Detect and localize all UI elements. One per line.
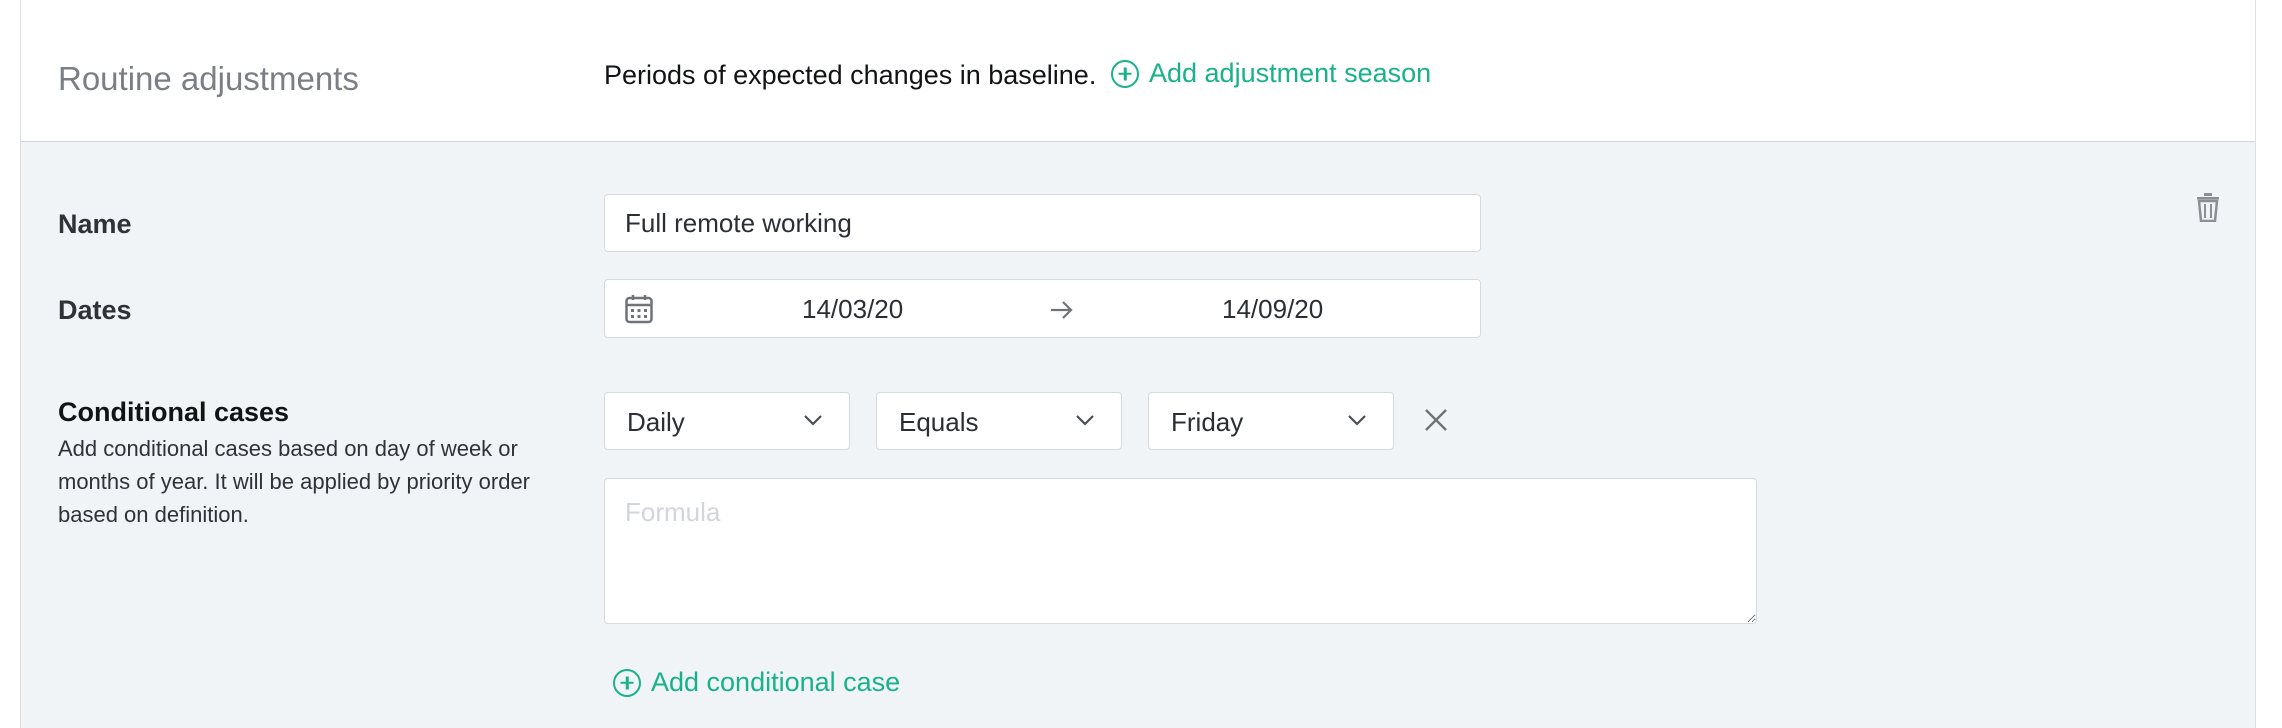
date-range-picker[interactable]: 14/03/20 14/09/20 <box>604 279 1481 338</box>
value-select-value: Friday <box>1171 407 1244 437</box>
operator-select[interactable]: Equals <box>876 392 1122 450</box>
add-conditional-case-label: Add conditional case <box>651 667 901 697</box>
routine-adjustments-panel: Routine adjustments Periods of expected … <box>20 0 2256 728</box>
add-adjustment-season-button[interactable]: Add adjustment season <box>1111 58 1431 89</box>
close-icon[interactable] <box>1423 407 1449 433</box>
formula-textarea[interactable] <box>604 478 1757 624</box>
start-date[interactable]: 14/03/20 <box>802 294 903 325</box>
section-header: Routine adjustments Periods of expected … <box>21 0 2255 142</box>
dates-label: Dates <box>58 295 132 325</box>
chevron-down-icon <box>804 415 822 426</box>
trash-icon[interactable] <box>2195 192 2221 222</box>
period-select[interactable]: Daily <box>604 392 850 450</box>
name-input[interactable] <box>604 194 1481 252</box>
add-conditional-case-button[interactable]: Add conditional case <box>613 667 900 698</box>
plus-circle-icon <box>613 668 641 697</box>
chevron-down-icon <box>1076 415 1094 426</box>
conditional-cases-description: Add conditional cases based on day of we… <box>58 436 531 527</box>
calendar-icon <box>625 295 653 324</box>
name-label: Name <box>58 209 132 239</box>
adjustment-season-card: Name Dates 14/03/20 14/09/20 <box>21 142 2255 728</box>
add-adjustment-season-label: Add adjustment season <box>1149 58 1432 88</box>
value-select[interactable]: Friday <box>1148 392 1394 450</box>
plus-circle-icon <box>1111 59 1139 88</box>
end-date[interactable]: 14/09/20 <box>1222 294 1323 325</box>
period-select-value: Daily <box>627 407 685 437</box>
conditional-cases-title: Conditional cases <box>58 397 290 427</box>
chevron-down-icon <box>1348 415 1366 426</box>
arrow-right-icon <box>1051 301 1073 319</box>
section-description: Periods of expected changes in baseline. <box>604 60 1097 90</box>
operator-select-value: Equals <box>899 407 979 437</box>
section-title: Routine adjustments <box>58 60 359 97</box>
